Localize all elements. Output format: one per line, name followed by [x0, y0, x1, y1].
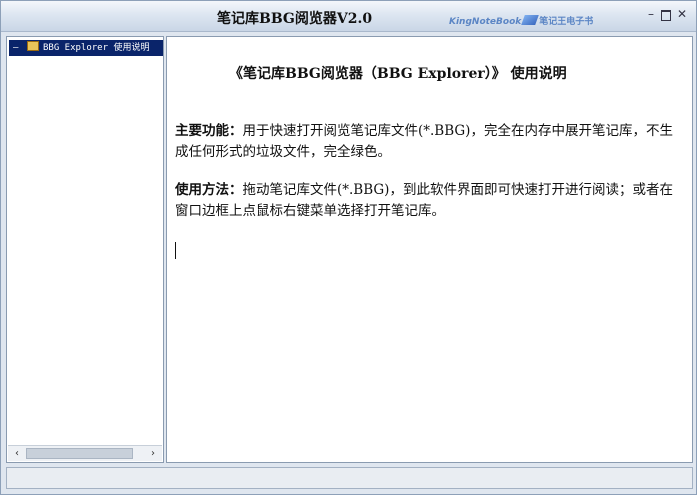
- title-bar[interactable]: 笔记库BBG阅览器V2.0 KingNoteBook 笔记王电子书 – ✕: [1, 1, 696, 32]
- maximize-icon: [661, 10, 671, 21]
- window-title: 笔记库BBG阅览器V2.0: [217, 11, 373, 27]
- features-text: 用于快速打开阅览笔记库文件(*.BBG)，完全在内存中展开笔记库，不生成任何形式…: [175, 123, 673, 160]
- maximize-button[interactable]: [659, 7, 673, 21]
- scroll-left-icon[interactable]: ‹: [10, 446, 24, 461]
- tree-item-label: BBG Explorer 使用说明: [43, 43, 150, 53]
- horizontal-scrollbar[interactable]: ‹ ›: [8, 445, 162, 461]
- minimize-button[interactable]: –: [644, 7, 658, 21]
- app-window: 笔记库BBG阅览器V2.0 KingNoteBook 笔记王电子书 – ✕ — BB…: [0, 0, 697, 495]
- usage-label: 使用方法：: [175, 182, 243, 198]
- book-icon: [27, 41, 39, 51]
- tree-panel[interactable]: — BBG Explorer 使用说明 ‹ ›: [6, 36, 164, 463]
- book-logo-icon: [521, 15, 540, 25]
- tree-connector: —: [13, 43, 19, 53]
- close-button[interactable]: ✕: [675, 7, 689, 21]
- content-panel[interactable]: 《笔记库BBG阅览器（BBG Explorer）》 使用说明 主要功能：用于快速…: [166, 36, 693, 463]
- features-label: 主要功能：: [175, 123, 243, 139]
- tree-item-bbg-explorer[interactable]: — BBG Explorer 使用说明: [9, 40, 163, 56]
- brand-english: KingNoteBook: [449, 17, 522, 27]
- usage-paragraph: 使用方法：拖动笔记库文件(*.BBG)，到此软件界面即可快速打开进行阅读；或者在…: [175, 180, 680, 222]
- features-paragraph: 主要功能：用于快速打开阅览笔记库文件(*.BBG)，完全在内存中展开笔记库，不生…: [175, 121, 680, 163]
- scroll-right-icon[interactable]: ›: [146, 446, 160, 461]
- text-caret: [175, 242, 176, 259]
- scrollbar-thumb[interactable]: [26, 448, 133, 459]
- brand-logo: KingNoteBook 笔记王电子书: [449, 9, 594, 27]
- brand-chinese: 笔记王电子书: [539, 17, 594, 27]
- usage-text: 拖动笔记库文件(*.BBG)，到此软件界面即可快速打开进行阅读；或者在窗口边框上…: [175, 182, 673, 219]
- document-title: 《笔记库BBG阅览器（BBG Explorer）》 使用说明: [229, 66, 567, 82]
- status-bar: [6, 467, 693, 489]
